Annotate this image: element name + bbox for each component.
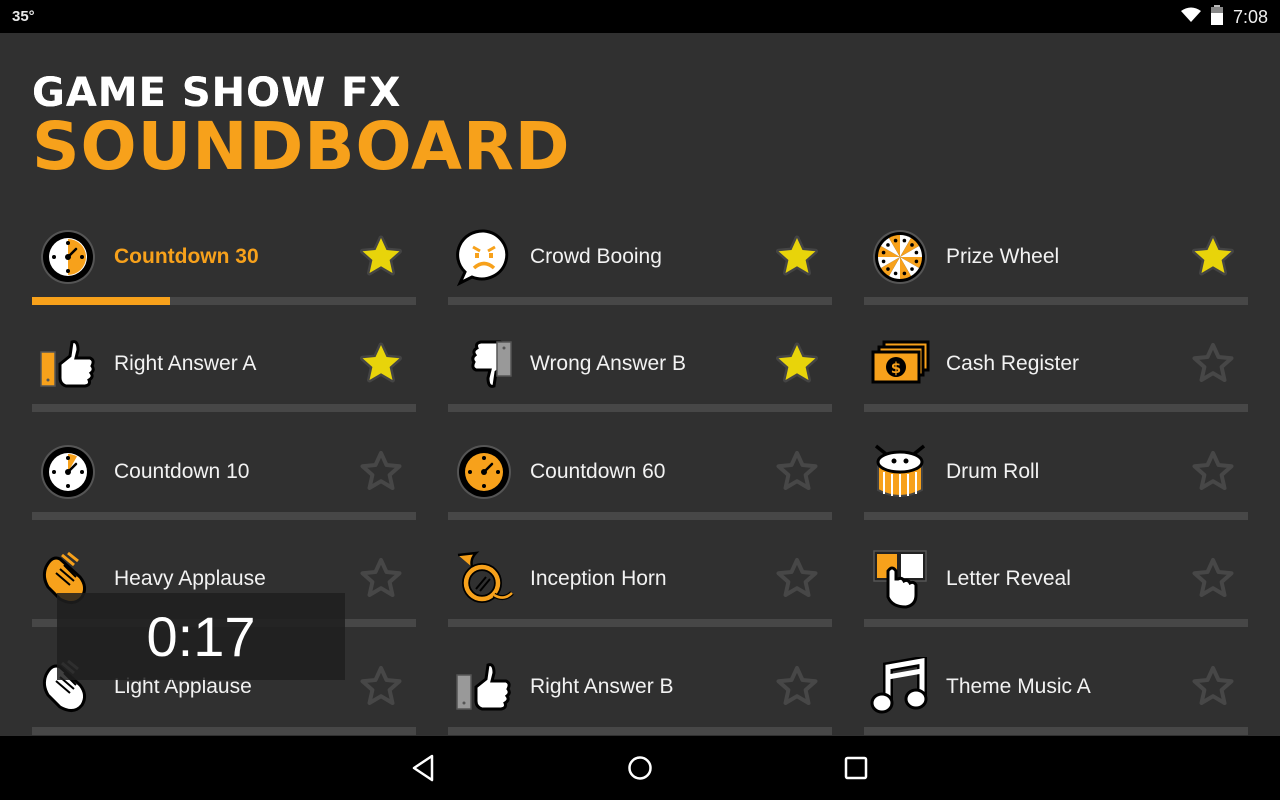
sound-button[interactable]: Right Answer B [448, 653, 832, 736]
sound-button[interactable]: Theme Music A [864, 653, 1248, 736]
angry-speech-bubble-icon [454, 227, 514, 287]
playback-progress-fill [32, 297, 171, 305]
playback-timer-overlay: 0:17 [57, 593, 345, 680]
sound-button[interactable]: Inception Horn [448, 545, 832, 652]
playback-progress-track [448, 297, 832, 305]
sound-button[interactable]: Right Answer A [32, 330, 416, 437]
favorite-star-outline-icon[interactable] [774, 664, 820, 710]
navigation-bar [0, 736, 1280, 800]
favorite-star-outline-icon[interactable] [1190, 664, 1236, 710]
favorite-star-outline-icon[interactable] [358, 449, 404, 495]
countdown-30-clock-icon [38, 227, 98, 287]
drum-icon [870, 442, 930, 502]
sound-label: Right Answer A [114, 352, 257, 375]
playback-progress-track [864, 619, 1248, 627]
playback-progress-track [32, 727, 416, 735]
back-button[interactable] [408, 752, 440, 784]
french-horn-icon [454, 549, 514, 609]
recents-icon [844, 756, 868, 780]
sound-button[interactable]: Crowd Booing [448, 223, 832, 330]
thumbs-up-gray-buzzer-icon [454, 657, 514, 717]
favorite-star-outline-icon[interactable] [1190, 556, 1236, 602]
playback-progress-track [32, 404, 416, 412]
favorite-star-outline-icon[interactable] [774, 556, 820, 602]
playback-progress-track [448, 619, 832, 627]
sound-label: Countdown 10 [114, 460, 250, 483]
home-button[interactable] [624, 752, 656, 784]
favorite-star-filled-icon[interactable] [358, 234, 404, 280]
playback-progress-track [864, 512, 1248, 520]
temperature-indicator: 35° [12, 8, 35, 25]
sound-label: Countdown 30 [114, 245, 259, 268]
cash-stack-icon: $ [870, 334, 930, 394]
playback-progress-track [864, 404, 1248, 412]
favorite-star-outline-icon[interactable] [358, 556, 404, 602]
soundboard-app: GAME SHOW FX SOUNDBOARD Countdown 30 Crow… [0, 33, 1280, 736]
playback-progress-track [448, 404, 832, 412]
sound-label: Drum Roll [946, 460, 1040, 483]
sound-label: Inception Horn [530, 567, 667, 590]
favorite-star-outline-icon[interactable] [774, 449, 820, 495]
playback-progress-track [864, 727, 1248, 735]
countdown-60-clock-icon [454, 442, 514, 502]
sound-button[interactable]: Drum Roll [864, 438, 1248, 545]
sound-button[interactable]: Countdown 30 [32, 223, 416, 330]
sound-label: Theme Music A [946, 675, 1091, 698]
status-bar: 35° 7:08 [0, 0, 1280, 33]
countdown-10-clock-icon [38, 442, 98, 502]
wifi-icon [1180, 7, 1201, 28]
letter-reveal-hand-icon [870, 549, 930, 609]
sound-label: Right Answer B [530, 675, 674, 698]
playback-progress-track [32, 512, 416, 520]
battery-icon [1210, 5, 1223, 30]
playback-progress-track [448, 727, 832, 735]
thumbs-up-buzzer-icon [38, 334, 98, 394]
sound-button[interactable]: $ Cash Register [864, 330, 1248, 437]
sound-button[interactable]: Letter Reveal [864, 545, 1248, 652]
sound-button[interactable]: Prize Wheel [864, 223, 1248, 330]
sound-button[interactable]: Countdown 10 [32, 438, 416, 545]
clock: 7:08 [1232, 7, 1268, 27]
recents-button[interactable] [840, 752, 872, 784]
playback-progress-track [448, 512, 832, 520]
sound-label: Heavy Applause [114, 567, 266, 590]
prize-wheel-icon [870, 227, 930, 287]
sound-button[interactable]: Countdown 60 [448, 438, 832, 545]
sound-button[interactable]: Wrong Answer B [448, 330, 832, 437]
playback-progress-track [864, 297, 1248, 305]
sound-label: Prize Wheel [946, 245, 1060, 268]
sound-label: Wrong Answer B [530, 352, 687, 375]
playback-progress-track [32, 297, 416, 305]
app-title-line2: SOUNDBOARD [32, 108, 571, 185]
sound-label: Letter Reveal [946, 567, 1071, 590]
favorite-star-outline-icon[interactable] [1190, 449, 1236, 495]
favorite-star-filled-icon[interactable] [358, 341, 404, 387]
home-icon [628, 756, 652, 780]
music-note-icon [870, 655, 930, 717]
back-icon [412, 754, 434, 782]
favorite-star-outline-icon[interactable] [1190, 341, 1236, 387]
favorite-star-filled-icon[interactable] [774, 341, 820, 387]
thumbs-down-buzzer-icon [454, 334, 514, 394]
sound-label: Crowd Booing [530, 245, 662, 268]
sound-label: Cash Register [946, 352, 1080, 375]
favorite-star-filled-icon[interactable] [1190, 234, 1236, 280]
sound-label: Countdown 60 [530, 460, 666, 483]
favorite-star-filled-icon[interactable] [774, 234, 820, 280]
favorite-star-outline-icon[interactable] [358, 664, 404, 710]
svg-text:$: $ [891, 359, 901, 377]
